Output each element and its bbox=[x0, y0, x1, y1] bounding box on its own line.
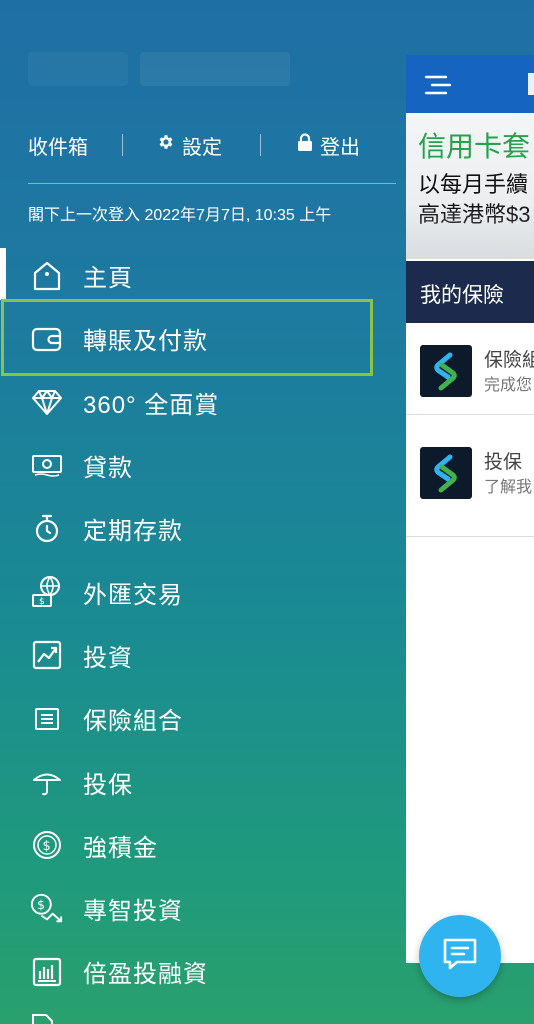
list-item-subtitle: 完成您 bbox=[484, 377, 533, 394]
divider bbox=[122, 134, 123, 156]
menu-item-label: 投資 bbox=[83, 644, 133, 672]
promo-banner[interactable]: 信用卡套 以每月手續 高達港幣$3 bbox=[406, 113, 534, 259]
svg-text:$: $ bbox=[37, 898, 45, 912]
app-content-panel[interactable]: 信用卡套 以每月手續 高達港幣$3 我的保險 保險組 完成您 投保 了解我 bbox=[406, 55, 534, 963]
last-login-text: 閣下上一次登入 2022年7月7日, 10:35 上午 bbox=[28, 207, 332, 224]
menu-item-360-rewards[interactable]: 360° 全面賞 bbox=[0, 371, 400, 434]
inbox-label: 收件箱 bbox=[28, 136, 88, 159]
drawer-menu: 主頁 轉賬及付款 360° 全面賞 貸款 定期存款 $ 外匯交易 投資 保險組合… bbox=[0, 244, 400, 1004]
banner-headline: 信用卡套 bbox=[418, 131, 531, 162]
menu-item-label: 專智投資 bbox=[83, 898, 183, 926]
menu-item-time-deposit[interactable]: 定期存款 bbox=[0, 497, 400, 560]
list-item[interactable]: 保險組 完成您 bbox=[406, 323, 534, 415]
list-item-subtitle: 了解我 bbox=[484, 479, 533, 496]
banknote-icon bbox=[30, 449, 64, 483]
document-icon bbox=[30, 1012, 58, 1024]
banner-image-shade bbox=[406, 205, 534, 259]
menu-item-label: 倍盈投融資 bbox=[83, 961, 208, 989]
menu-icon[interactable] bbox=[424, 75, 452, 100]
menu-item-label: 強積金 bbox=[83, 834, 158, 862]
menu-item-home[interactable]: 主頁 bbox=[0, 244, 400, 307]
chat-icon bbox=[441, 936, 479, 977]
bank-logo-icon bbox=[420, 447, 472, 499]
umbrella-icon bbox=[30, 765, 64, 799]
menu-item-transfer-payment[interactable]: 轉賬及付款 bbox=[0, 307, 400, 370]
app-title-fragment bbox=[528, 73, 534, 95]
menu-item-label: 定期存款 bbox=[83, 518, 183, 546]
gear-icon bbox=[157, 133, 175, 157]
menu-item-mpf[interactable]: $ 強積金 bbox=[0, 814, 400, 877]
chat-button[interactable] bbox=[419, 915, 501, 997]
menu-item-label: 主頁 bbox=[83, 265, 133, 293]
menu-item-label: 轉賬及付款 bbox=[83, 328, 208, 356]
menu-item-margin-financing[interactable]: 倍盈投融資 bbox=[0, 940, 400, 1003]
menu-item-label: 投保 bbox=[83, 771, 133, 799]
header-divider bbox=[28, 183, 396, 184]
settings-button[interactable]: 設定 bbox=[157, 131, 222, 160]
menu-item-label: 保險組合 bbox=[83, 708, 183, 736]
lock-icon bbox=[297, 133, 313, 157]
menu-item-label: 貸款 bbox=[83, 455, 133, 483]
menu-item-loans[interactable]: 貸款 bbox=[0, 434, 400, 497]
menu-item-insurance-portfolio[interactable]: 保險組合 bbox=[0, 687, 400, 750]
bank-logo-icon bbox=[420, 345, 472, 397]
banner-text: 以每月手續 bbox=[418, 172, 529, 197]
settings-label: 設定 bbox=[182, 136, 222, 159]
menu-item-label: 360° 全面賞 bbox=[83, 391, 220, 419]
timer-icon bbox=[30, 512, 64, 546]
chart-icon bbox=[30, 638, 64, 672]
status-bar-blur bbox=[28, 52, 128, 86]
svg-text:$: $ bbox=[39, 597, 45, 607]
drawer-header-actions: 收件箱 設定 登出 bbox=[28, 128, 398, 162]
section-title: 我的保險 bbox=[420, 284, 504, 307]
dollar-growth-icon: $ bbox=[30, 892, 64, 926]
svg-text:$: $ bbox=[43, 839, 51, 854]
fx-globe-icon: $ bbox=[30, 575, 64, 609]
list-icon bbox=[30, 702, 64, 736]
bar-chart-icon bbox=[30, 955, 64, 989]
status-bar-blur bbox=[140, 52, 290, 86]
app-header bbox=[406, 55, 534, 113]
menu-item-fx-trading[interactable]: $ 外匯交易 bbox=[0, 560, 400, 623]
list-item-title: 保險組 bbox=[484, 350, 534, 371]
insurance-list: 保險組 完成您 投保 了解我 bbox=[406, 323, 534, 537]
dollar-coin-icon: $ bbox=[30, 828, 64, 862]
list-item[interactable]: 投保 了解我 bbox=[406, 415, 534, 537]
logout-label: 登出 bbox=[320, 136, 360, 159]
section-header: 我的保險 bbox=[406, 261, 534, 323]
wallet-icon bbox=[30, 322, 64, 356]
menu-item-insure[interactable]: 投保 bbox=[0, 750, 400, 813]
menu-item-smart-investment[interactable]: $ 專智投資 bbox=[0, 877, 400, 940]
logout-button[interactable]: 登出 bbox=[297, 131, 360, 160]
menu-item-label: 外匯交易 bbox=[83, 581, 183, 609]
list-item-title: 投保 bbox=[484, 452, 523, 473]
home-icon bbox=[30, 259, 64, 293]
menu-item-investment[interactable]: 投資 bbox=[0, 624, 400, 687]
diamond-icon bbox=[30, 385, 64, 419]
divider bbox=[260, 134, 261, 156]
inbox-button[interactable]: 收件箱 bbox=[28, 131, 88, 160]
